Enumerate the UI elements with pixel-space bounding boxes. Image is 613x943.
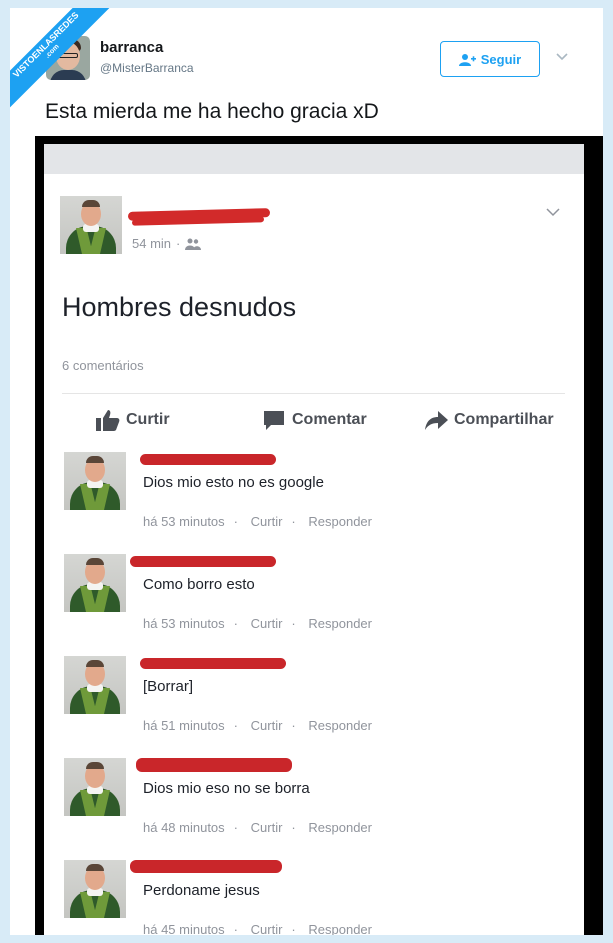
comments-count[interactable]: 6 comentários: [62, 358, 144, 373]
follow-button[interactable]: Seguir: [440, 41, 540, 77]
post-chevron-icon[interactable]: [546, 208, 560, 217]
post-time: 54 min ·: [132, 236, 202, 251]
comment-like-link[interactable]: Curtir: [251, 922, 283, 935]
follow-label: Seguir: [480, 51, 522, 67]
comment-reply-link[interactable]: Responder: [308, 718, 372, 733]
comment-meta: há 53 minutos · Curtir · Responder: [143, 616, 372, 631]
watermark-text: VISTOENLASREDES: [10, 9, 81, 80]
share-button[interactable]: Compartilhar: [424, 409, 554, 431]
comment-meta: há 53 minutos · Curtir · Responder: [143, 514, 372, 529]
comment-avatar: [64, 656, 126, 714]
watermark-ribbon: VISTOENLASREDES .com: [10, 8, 130, 128]
facebook-screenshot: 54 min · Hombres desnudos 6 comentários …: [44, 144, 584, 935]
redacted-commenter-name: [136, 758, 292, 772]
comment-avatar: [64, 758, 126, 816]
redacted-commenter-name: [130, 556, 276, 567]
comment-reply-link[interactable]: Responder: [308, 616, 372, 631]
comment-reply-link[interactable]: Responder: [308, 514, 372, 529]
comment-meta: há 51 minutos · Curtir · Responder: [143, 718, 372, 733]
comment-like-link[interactable]: Curtir: [251, 616, 283, 631]
comment-text: Perdoname jesus: [143, 882, 260, 899]
friends-icon: [185, 238, 202, 250]
add-user-icon: [458, 53, 476, 66]
comment-button[interactable]: Comentar: [262, 409, 367, 431]
comment-avatar: [64, 554, 126, 612]
divider: [62, 393, 565, 394]
comment-meta: há 45 minutos · Curtir · Responder: [143, 922, 372, 935]
comment-time: há 53 minutos: [143, 616, 225, 631]
comment-like-link[interactable]: Curtir: [251, 514, 283, 529]
comment-text: Dios mio eso no se borra: [143, 780, 310, 797]
comment-like-link[interactable]: Curtir: [251, 718, 283, 733]
top-bar: [44, 144, 584, 174]
comment-text: Dios mio esto no es google: [143, 474, 324, 491]
comment-time: há 51 minutos: [143, 718, 225, 733]
comment-reply-link[interactable]: Responder: [308, 922, 372, 935]
tweet-card: VISTOENLASREDES .com barranca @MisterBar…: [10, 8, 603, 935]
tweet-photo[interactable]: 54 min · Hombres desnudos 6 comentários …: [35, 136, 603, 935]
redacted-commenter-name: [130, 860, 282, 873]
like-button[interactable]: Curtir: [96, 409, 170, 431]
share-icon: [425, 411, 448, 430]
comment-time: há 48 minutos: [143, 820, 225, 835]
thumbs-up-icon: [96, 410, 120, 431]
comment-text: Como borro esto: [143, 576, 255, 593]
comment-time: há 45 minutos: [143, 922, 225, 935]
comment-like-link[interactable]: Curtir: [251, 820, 283, 835]
comment-reply-link[interactable]: Responder: [308, 820, 372, 835]
comment-avatar: [64, 452, 126, 510]
comment-time: há 53 minutos: [143, 514, 225, 529]
comment-text: [Borrar]: [143, 678, 194, 695]
post-title: Hombres desnudos: [62, 292, 297, 322]
redacted-commenter-name: [140, 454, 276, 465]
redacted-commenter-name: [140, 658, 286, 669]
comment-avatar: [64, 860, 126, 918]
post-avatar: [60, 196, 122, 254]
comment-meta: há 48 minutos · Curtir · Responder: [143, 820, 372, 835]
comment-icon: [264, 411, 284, 430]
chevron-down-icon[interactable]: [556, 52, 568, 62]
